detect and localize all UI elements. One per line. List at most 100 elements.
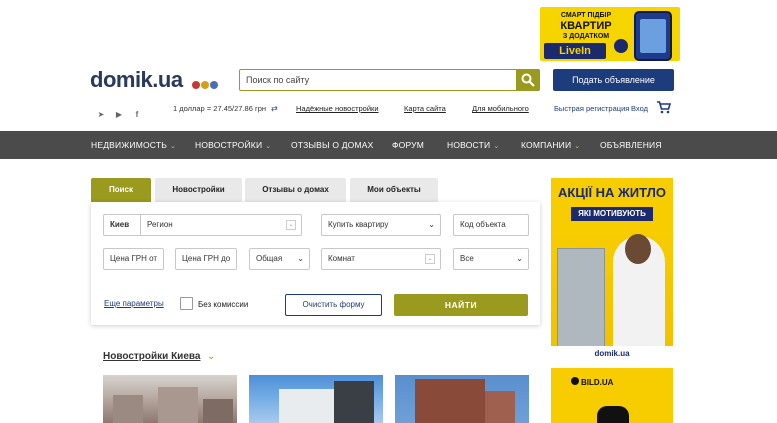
- nav-label: ОБЪЯВЛЕНИЯ: [600, 140, 662, 150]
- building-shape: [557, 248, 605, 348]
- building-shape: [485, 391, 515, 423]
- chevron-down-icon: ⌄: [516, 254, 523, 263]
- no-commission-checkbox[interactable]: [180, 297, 193, 310]
- area-type-value: Общая: [256, 254, 283, 263]
- search-icon: [521, 73, 535, 87]
- chevron-down-icon: ⌄: [425, 254, 435, 264]
- coin-icon: [612, 37, 630, 55]
- nav-item-companies[interactable]: КОМПАНИИ ⌄: [521, 131, 580, 159]
- search-input[interactable]: [240, 70, 510, 90]
- top-banner-brand: LiveIn: [544, 43, 606, 59]
- top-banner-text: СМАРТ ПІДБІР КВАРТИР З ДОДАТКОМ: [546, 11, 626, 41]
- site-logo[interactable]: domik.ua: [90, 67, 183, 93]
- search-button[interactable]: [516, 69, 540, 91]
- nav-item-news[interactable]: НОВОСТИ ⌄: [447, 131, 499, 159]
- bild-logo-icon: [571, 377, 579, 385]
- side-ad-title: АКЦІЇ НА ЖИТЛО: [551, 186, 673, 200]
- region-placeholder: Регион: [147, 220, 173, 229]
- chevron-down-icon: ⌄: [297, 254, 304, 263]
- nav-label: ОТЗЫВЫ О ДОМАХ: [291, 140, 374, 150]
- side-ad-housing-promo[interactable]: АКЦІЇ НА ЖИТЛО ЯКІ МОТИВУЮТЬ domik.ua: [551, 178, 673, 361]
- search-panel: Киев Регион ⌄ Купить квартиру ⌄ Код объе…: [91, 202, 540, 325]
- clear-form-button[interactable]: Очистить форму: [285, 294, 382, 316]
- tab-house-reviews[interactable]: Отзывы о домах: [245, 178, 346, 202]
- link-mobile[interactable]: Для мобильного: [472, 104, 529, 113]
- phone-icon: [634, 11, 672, 61]
- find-button[interactable]: НАЙТИ: [394, 294, 528, 316]
- nav-item-real-estate[interactable]: НЕДВИЖИМОСТЬ ⌄: [91, 131, 176, 159]
- top-banner-line1: СМАРТ ПІДБІР: [560, 12, 612, 19]
- nav-label: НОВОСТИ: [447, 140, 491, 150]
- city-select[interactable]: Киев: [103, 214, 141, 236]
- deal-type-value: Купить квартиру: [328, 220, 389, 229]
- chevron-down-icon: ⌄: [574, 143, 581, 150]
- chevron-down-icon: ⌄: [493, 143, 500, 150]
- new-building-photo[interactable]: [103, 375, 237, 423]
- side-ad-title-line1: АКЦІЇ НА ЖИТЛО: [558, 185, 666, 200]
- main-nav: НЕДВИЖИМОСТЬ ⌄ НОВОСТРОЙКИ ⌄ ОТЗЫВЫ О ДОМА…: [0, 131, 777, 159]
- link-sitemap[interactable]: Карта сайта: [404, 104, 446, 113]
- youtube-icon[interactable]: ▶: [114, 110, 124, 120]
- area-type-select[interactable]: Общая ⌄: [249, 248, 310, 270]
- chevron-down-icon: ⌄: [286, 220, 296, 230]
- chevron-down-icon: ⌄: [170, 143, 177, 150]
- telegram-icon[interactable]: ➤: [96, 110, 106, 120]
- more-params-link[interactable]: Еще параметры: [104, 299, 164, 308]
- chevron-down-icon[interactable]: ⌄: [207, 351, 215, 362]
- facebook-icon[interactable]: f: [132, 110, 142, 120]
- post-ad-button[interactable]: Подать объявление: [553, 69, 674, 91]
- social-links: ➤ ▶ f: [96, 104, 150, 122]
- tab-new-buildings[interactable]: Новостройки: [155, 178, 242, 202]
- logo-dot-yellow: [201, 81, 209, 89]
- swap-icon[interactable]: ⇄: [271, 104, 278, 113]
- building-shape: [203, 399, 233, 423]
- nav-label: ФОРУМ: [392, 140, 425, 150]
- new-buildings-title[interactable]: Новостройки Киева: [103, 351, 200, 362]
- site-search: [239, 69, 540, 91]
- login-link[interactable]: Вход: [631, 104, 648, 113]
- all-value: Все: [460, 254, 474, 263]
- building-shape: [415, 379, 485, 423]
- building-shape: [113, 395, 143, 423]
- logo-dot-red: [192, 81, 200, 89]
- exchange-rate: 1 доллар = 27.45/27.86 грн: [173, 104, 267, 113]
- person-head-shape: [625, 234, 651, 264]
- top-banner-ad[interactable]: СМАРТ ПІДБІР КВАРТИР З ДОДАТКОМ LiveIn: [540, 7, 680, 61]
- object-code-input[interactable]: Код объекта: [453, 214, 529, 236]
- nav-label: НЕДВИЖИМОСТЬ: [91, 140, 168, 150]
- price-from-input[interactable]: Цена ГРН от: [103, 248, 164, 270]
- chevron-down-icon: ⌄: [428, 220, 435, 229]
- nav-item-forum[interactable]: ФОРУМ: [392, 131, 424, 159]
- deal-type-select[interactable]: Купить квартиру ⌄: [321, 214, 441, 236]
- cart-icon[interactable]: [657, 101, 672, 119]
- building-shape: [158, 387, 198, 423]
- nav-item-ads[interactable]: ОБЪЯВЛЕНИЯ: [600, 131, 662, 159]
- nav-label: КОМПАНИИ: [521, 140, 572, 150]
- nav-label: НОВОСТРОЙКИ: [195, 140, 263, 150]
- side-ad-footer: domik.ua: [551, 346, 673, 361]
- building-shape: [279, 389, 334, 423]
- logo-dot-blue: [210, 81, 218, 89]
- new-building-photo[interactable]: [249, 375, 383, 423]
- top-banner-line2: КВАРТИР: [560, 20, 612, 32]
- rooms-select[interactable]: Комнат ⌄: [321, 248, 441, 270]
- nav-item-reviews[interactable]: ОТЗЫВЫ О ДОМАХ: [291, 131, 373, 159]
- side-ad-bild-brand: BILD.UA: [581, 378, 614, 387]
- all-select[interactable]: Все ⌄: [453, 248, 529, 270]
- chevron-down-icon: ⌄: [265, 143, 272, 150]
- cart-svg: [657, 101, 672, 114]
- nav-item-new-buildings[interactable]: НОВОСТРОЙКИ ⌄: [195, 131, 271, 159]
- tab-search[interactable]: Поиск: [91, 178, 151, 202]
- tab-my-objects[interactable]: Мои объекты: [350, 178, 438, 202]
- building-shape: [334, 381, 374, 423]
- side-ad-subtitle: ЯКІ МОТИВУЮТЬ: [571, 207, 653, 221]
- cat-icon: [597, 406, 629, 423]
- new-building-photo[interactable]: [395, 375, 529, 423]
- rooms-placeholder: Комнат: [328, 254, 355, 263]
- price-to-input[interactable]: Цена ГРН до: [175, 248, 237, 270]
- region-input[interactable]: Регион ⌄: [140, 214, 302, 236]
- side-ad-bild[interactable]: BILD.UA: [551, 368, 673, 423]
- register-link[interactable]: Быстрая регистрация: [554, 104, 629, 113]
- logo-dots: [192, 76, 219, 94]
- link-reliable-buildings[interactable]: Надёжные новостройки: [296, 104, 379, 113]
